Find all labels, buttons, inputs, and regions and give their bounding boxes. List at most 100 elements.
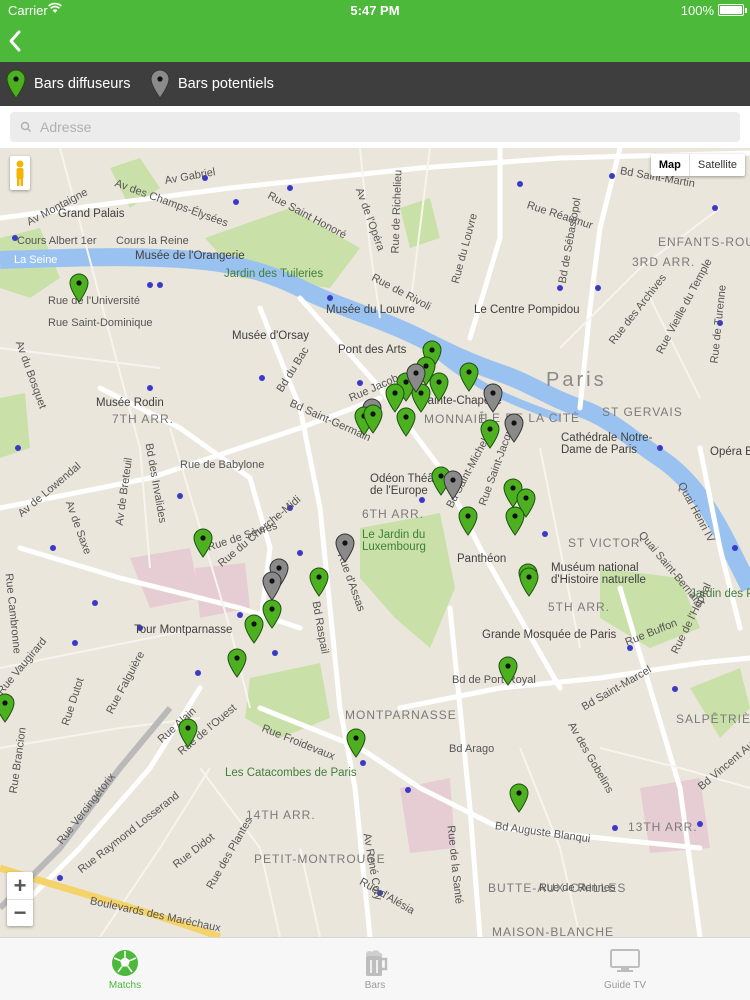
map-pin-icon <box>480 419 500 449</box>
tab-guide-tv-label: Guide TV <box>603 980 647 991</box>
tab-matchs-label: Matchs <box>108 980 142 991</box>
broadcasting-bar-marker[interactable] <box>262 599 282 634</box>
broadcasting-bar-marker[interactable] <box>429 372 449 407</box>
tv-icon <box>610 949 640 972</box>
address-search-input[interactable] <box>40 112 730 142</box>
legend-broadcasting-label: Bars diffuseurs <box>34 76 131 92</box>
map-label-street: Rue de Rennes <box>539 882 616 894</box>
map-label-street: Cours la Reine <box>116 235 189 247</box>
app-root: Carrier 5:47 PM 100% Bars diffuseurs Bar… <box>0 0 750 1000</box>
broadcasting-bar-marker[interactable] <box>385 383 405 418</box>
legend-broadcasting-bars[interactable]: Bars diffuseurs <box>6 62 130 106</box>
map-pin-icon <box>483 383 503 413</box>
map-label-street: Rue de Babylone <box>180 459 265 471</box>
chevron-left-icon <box>9 30 21 52</box>
map-pin-icon <box>335 533 355 563</box>
tab-bars-label: Bars <box>364 980 386 991</box>
map-pin-icon <box>429 372 449 402</box>
map-label-poi: Grand Palais <box>58 208 125 220</box>
tab-guide-tv[interactable]: Guide TV <box>500 938 750 1000</box>
map-label-district: 3RD ARR. <box>632 255 696 269</box>
status-bar: Carrier 5:47 PM 100% <box>0 0 750 22</box>
search-area <box>0 106 750 148</box>
zoom-out-button[interactable]: − <box>7 899 33 926</box>
tab-matchs[interactable]: Matchs <box>0 938 250 1000</box>
map-pin-icon <box>505 506 525 536</box>
map-label-district: MONNAIE <box>424 412 488 426</box>
map-label-poi: Jardin des Tuileries <box>224 268 324 280</box>
map-label-district: ENFANTS-ROUGES <box>658 235 750 249</box>
broadcasting-bar-marker[interactable] <box>346 728 366 763</box>
map-label-street: Cours Albert 1er <box>17 235 97 247</box>
map-label-poi: Cathédrale Notre-Dame de Paris <box>561 432 653 456</box>
map-label-street: Bd de Port-Royal <box>452 674 536 686</box>
map-pin-icon <box>363 404 383 434</box>
map-label-district: ST VICTOR <box>568 536 641 550</box>
map-pin-icon <box>178 718 198 748</box>
map-label-poi: Tour Montparnasse <box>134 624 233 636</box>
map-label-district: MAISON-BLANCHE <box>492 925 615 937</box>
map-label-district: 6TH ARR. <box>362 507 425 521</box>
tab-bar: Matchs Bars Guide TV <box>0 937 750 1000</box>
map-label-poi: Le Centre Pompidou <box>474 304 580 316</box>
street-view-pegman[interactable] <box>10 156 30 190</box>
map-label-poi: Pont des Arts <box>338 344 407 356</box>
broadcasting-bar-marker[interactable] <box>193 528 213 563</box>
map-label-poi: Les Catacombes de Paris <box>225 767 357 779</box>
broadcasting-bar-marker[interactable] <box>498 656 518 691</box>
broadcasting-bar-marker[interactable] <box>69 273 89 308</box>
potential-bar-marker[interactable] <box>504 413 524 448</box>
broadcasting-bar-marker[interactable] <box>458 506 478 541</box>
map-pin-icon <box>227 648 247 678</box>
search-icon <box>20 121 31 132</box>
potential-bar-marker[interactable] <box>406 363 426 398</box>
broadcasting-bar-marker[interactable] <box>459 362 479 397</box>
beer-mug-icon <box>366 950 388 976</box>
map-label-poi: Panthéon <box>457 553 507 565</box>
map-type-map-button[interactable]: Map <box>651 154 689 176</box>
legend-potential-label: Bars potentiels <box>178 76 274 92</box>
potential-bar-marker[interactable] <box>483 383 503 418</box>
legend-potential-bars[interactable]: Bars potentiels <box>150 62 274 106</box>
map-pin-icon <box>193 528 213 558</box>
map-label-poi: Opéra Bastille <box>710 446 750 458</box>
map-label-poi: Musée de l'Orangerie <box>135 250 245 262</box>
potential-bar-marker[interactable] <box>335 533 355 568</box>
map-view[interactable]: Paris La Seine Grand Palais Musée de l'O… <box>0 148 750 937</box>
map-label-district: 14TH ARR. <box>246 808 316 822</box>
map-label-river: La Seine <box>14 254 58 266</box>
broadcasting-bar-marker[interactable] <box>178 718 198 753</box>
zoom-in-button[interactable]: + <box>7 872 33 899</box>
map-pin-icon <box>504 413 524 443</box>
map-pin-icon <box>443 470 463 500</box>
map-label-district: 5TH ARR. <box>548 600 611 614</box>
green-map-pin-icon <box>6 69 26 99</box>
broadcasting-bar-marker[interactable] <box>519 567 539 602</box>
map-label-district: MONTPARNASSE <box>345 708 457 722</box>
map-pin-icon <box>309 567 329 597</box>
map-label-street: Bd Arago <box>449 743 495 755</box>
map-type-satellite-button[interactable]: Satellite <box>688 154 745 176</box>
map-pin-icon <box>498 656 518 686</box>
header-bar: Carrier 5:47 PM 100% <box>0 0 750 62</box>
back-button[interactable] <box>2 26 30 56</box>
broadcasting-bar-marker[interactable] <box>309 567 329 602</box>
map-pin-icon <box>458 506 478 536</box>
broadcasting-bar-marker[interactable] <box>505 506 525 541</box>
soccer-ball-icon <box>112 950 138 976</box>
potential-bar-marker[interactable] <box>443 470 463 505</box>
map-type-toggle: Map Satellite <box>650 154 745 176</box>
broadcasting-bar-marker[interactable] <box>227 648 247 683</box>
map-label-poi: Grande Mosquée de Paris <box>482 629 617 641</box>
broadcasting-bar-marker[interactable] <box>480 419 500 454</box>
map-pin-icon <box>459 362 479 392</box>
gray-map-pin-icon <box>150 69 170 99</box>
tab-bars[interactable]: Bars <box>250 938 500 1000</box>
zoom-control: + − <box>7 872 33 926</box>
broadcasting-bar-marker[interactable] <box>244 614 264 649</box>
broadcasting-bar-marker[interactable] <box>509 783 529 818</box>
broadcasting-bar-marker[interactable] <box>363 404 383 439</box>
pegman-icon <box>16 160 24 186</box>
map-label-street: Rue de l'Université <box>48 295 140 307</box>
broadcasting-bar-marker[interactable] <box>0 693 15 728</box>
